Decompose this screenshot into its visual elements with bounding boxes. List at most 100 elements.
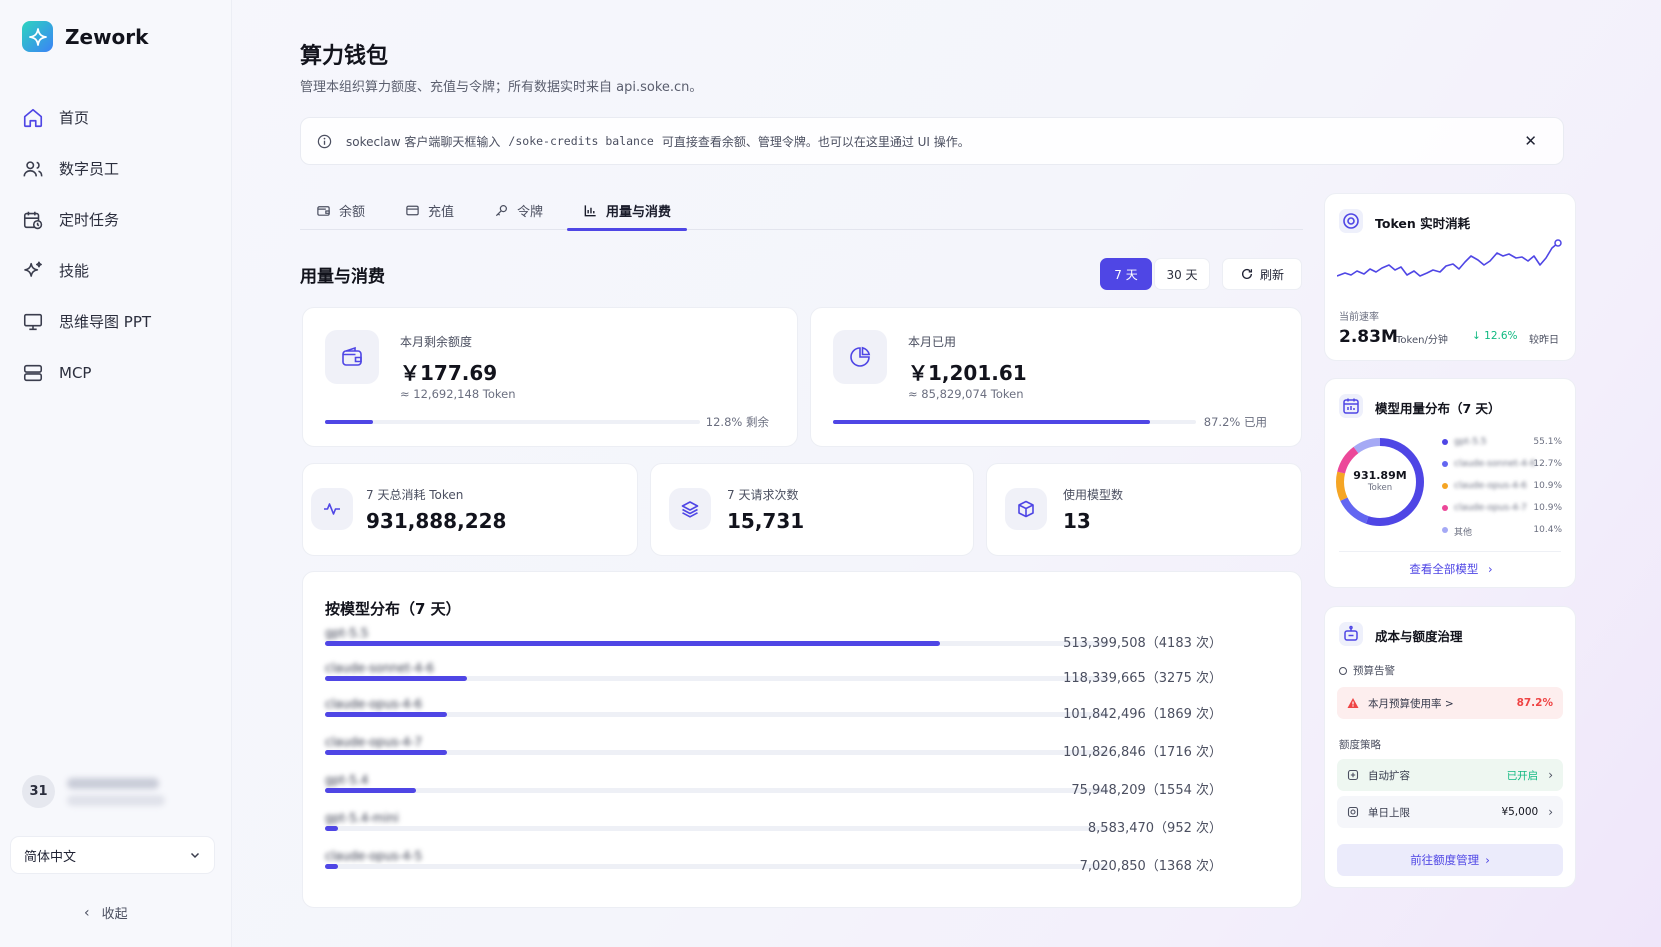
auto-expand-label: 自动扩容 — [1368, 769, 1410, 782]
distribution-row: claude-sonnet-4-6 118,339,665（3275 次） — [325, 661, 1222, 686]
legend-item: gpt-5.5 55.1% — [1442, 437, 1562, 449]
model-donut-chart — [1336, 438, 1424, 526]
tab-label: 用量与消费 — [606, 204, 672, 220]
budget-alert-label: 预算告警 — [1339, 663, 1395, 678]
wallet-icon — [325, 330, 379, 384]
sidebar-item-label: 思维导图 PPT — [59, 313, 152, 331]
requests-value: 15,731 — [727, 509, 805, 533]
range-30-days-button[interactable]: 30 天 — [1154, 258, 1210, 290]
app-name: Zework — [65, 24, 149, 49]
distribution-bar-track — [325, 826, 1109, 831]
expand-icon — [1347, 769, 1359, 781]
circle-icon — [1339, 666, 1347, 675]
distribution-value: 8,583,470（952 次） — [1087, 821, 1222, 836]
sidebar-item-label: 首页 — [59, 109, 90, 127]
distribution-value: 118,339,665（3275 次） — [1063, 671, 1222, 686]
chevron-right-icon: › — [1488, 562, 1493, 576]
info-icon — [317, 134, 332, 148]
total-tokens-value: 931,888,228 — [366, 509, 507, 533]
distribution-bar — [325, 676, 467, 681]
collapse-sidebar-button[interactable]: ‹ 收起 — [84, 903, 128, 923]
sidebar-item-scheduled-tasks[interactable]: 定时任务 — [22, 194, 212, 245]
legend-name: claude-sonnet-4-6 — [1454, 459, 1536, 469]
requests-card: 7 天请求次数 15,731 — [650, 463, 974, 556]
sidebar-item-mcp[interactable]: MCP — [22, 347, 212, 398]
sidebar-item-label: 定时任务 — [59, 211, 120, 229]
legend-name: gpt-5.5 — [1454, 437, 1487, 447]
model-usage-title: 模型用量分布（7 天） — [1375, 401, 1501, 416]
sidebar-item-digital-staff[interactable]: 数字员工 — [22, 143, 212, 194]
calendar-chart-icon — [1339, 394, 1363, 418]
used-this-month-card: 本月已用 ￥1,201.61 ≈ 85,829,074 Token 87.2% … — [810, 307, 1302, 447]
rate-label: 当前速率 — [1339, 312, 1379, 323]
distribution-bar — [325, 864, 338, 869]
tab-label: 令牌 — [517, 204, 544, 220]
view-all-models-link[interactable]: 查看全部模型 › — [1325, 561, 1577, 577]
divider — [1339, 551, 1561, 552]
rate-value: 2.83M — [1339, 327, 1398, 347]
tab-usage[interactable]: 用量与消费 — [567, 190, 688, 231]
models-used-value: 13 — [1063, 509, 1091, 533]
logo-sparkle-icon — [22, 21, 53, 52]
tab-tokens[interactable]: 令牌 — [478, 190, 559, 230]
sidebar-item-mindmap-ppt[interactable]: 思维导图 PPT — [22, 296, 212, 347]
sidebar-item-skills[interactable]: 技能 — [22, 245, 212, 296]
sidebar-item-label: 技能 — [59, 262, 90, 280]
section-title: 用量与消费 — [300, 267, 385, 287]
user-profile[interactable]: 31 — [22, 775, 165, 808]
distribution-row: gpt-5.4 75,948,209（1554 次） — [325, 773, 1222, 798]
wallet-icon — [317, 205, 330, 216]
legend-item: 其他 10.4% — [1442, 525, 1562, 538]
sidebar-nav: 首页 数字员工 定时任务 技能 思维导图 PPT MCP — [22, 92, 212, 398]
range-selector: 7 天 30 天 — [1100, 258, 1210, 290]
chevron-right-icon: › — [1485, 853, 1490, 867]
daily-cap-value: ¥5,000 — [1501, 806, 1539, 818]
manage-quota-button[interactable]: 前往额度管理 › — [1337, 844, 1563, 876]
robot-budget-icon — [1339, 622, 1363, 646]
pie-chart-icon — [833, 330, 887, 384]
rate-change: ↓ 12.6% — [1472, 330, 1518, 342]
sparkles-icon — [24, 261, 42, 277]
auto-expand-status: 已开启 — [1506, 769, 1539, 782]
close-icon[interactable]: ✕ — [1524, 132, 1537, 150]
models-used-label: 使用模型数 — [1063, 488, 1124, 502]
collapse-label: 收起 — [101, 907, 128, 922]
model-name: claude-opus-4-5 — [325, 849, 423, 863]
distribution-value: 101,826,846（1716 次） — [1063, 745, 1222, 760]
distribution-bar-track — [325, 676, 1109, 681]
tab-label: 充值 — [428, 204, 455, 220]
cost-governance-panel: 成本与额度治理 预算告警 本月预算使用率 > 87.2% 额度策略 自动扩容 已… — [1324, 606, 1576, 888]
chevron-right-icon: › — [1548, 768, 1553, 782]
legend-name: claude-opus-4-7 — [1454, 503, 1527, 513]
token-realtime-panel: Token 实时消耗 当前速率 2.83M Token/分钟 ↓ 12.6% 较… — [1324, 193, 1576, 361]
home-icon — [23, 108, 43, 127]
auto-expand-row[interactable]: 自动扩容 已开启 › — [1337, 759, 1563, 791]
sidebar-item-home[interactable]: 首页 — [22, 92, 212, 143]
budget-usage-alert[interactable]: 本月预算使用率 > 87.2% — [1337, 687, 1563, 719]
language-select[interactable]: 简体中文 — [10, 836, 215, 874]
used-tokens: ≈ 85,829,074 Token — [908, 387, 1024, 401]
budget-alert-message: 本月预算使用率 > — [1368, 697, 1454, 710]
wallet-tabs: 余额 充值 令牌 用量与消费 — [300, 190, 1303, 231]
requests-label: 7 天请求次数 — [727, 488, 799, 502]
distribution-title: 按模型分布（7 天） — [325, 600, 461, 618]
realtime-sparkline — [1337, 239, 1562, 277]
refresh-button[interactable]: 刷新 — [1222, 258, 1302, 290]
manage-quota-label: 前往额度管理 — [1410, 853, 1480, 867]
distribution-row: gpt-5.4-mini 8,583,470（952 次） — [325, 811, 1222, 836]
remaining-progress-fill — [325, 420, 373, 424]
tab-balance[interactable]: 余额 — [300, 190, 381, 230]
range-7-days-button[interactable]: 7 天 — [1100, 258, 1152, 290]
legend-percent: 10.9% — [1533, 503, 1562, 513]
tab-recharge[interactable]: 充值 — [389, 190, 470, 230]
daily-cap-row[interactable]: 单日上限 ¥5,000 › — [1337, 796, 1563, 828]
used-value: ￥1,201.61 — [908, 361, 1027, 385]
chevron-down-icon — [190, 852, 200, 859]
chevron-right-icon: › — [1548, 805, 1553, 819]
app-logo[interactable]: Zework — [22, 21, 148, 52]
distribution-bar — [325, 750, 448, 755]
total-tokens-card: 7 天总消耗 Token 931,888,228 — [302, 463, 638, 556]
budget-alert-text: 预算告警 — [1353, 665, 1395, 677]
layers-icon — [669, 488, 711, 530]
model-name: gpt-5.4 — [325, 773, 369, 787]
